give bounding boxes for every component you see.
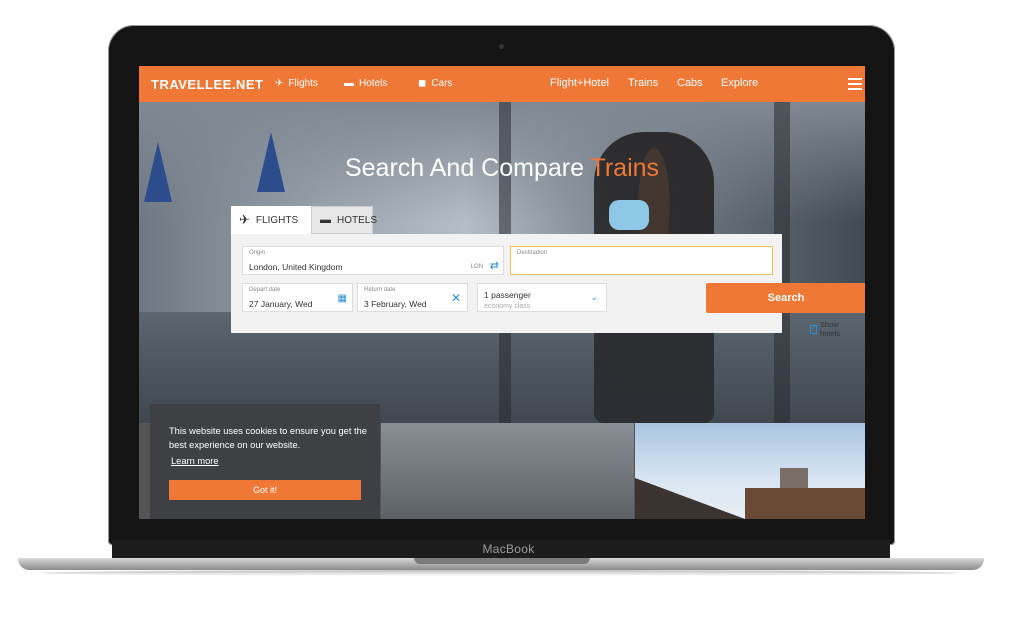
depart-date-value: 27 January, Wed bbox=[249, 299, 313, 309]
destination-card-image[interactable] bbox=[381, 423, 634, 519]
got-it-button[interactable]: Got it! bbox=[169, 480, 361, 500]
roof-image bbox=[635, 478, 745, 519]
nav-item-hotels[interactable]: ▬ Hotels bbox=[344, 78, 387, 89]
camera-icon bbox=[499, 44, 504, 49]
origin-field[interactable]: Origin London, United Kingdom LON ⇄ bbox=[242, 246, 504, 275]
cookie-banner: This website uses cookies to ensure you … bbox=[150, 404, 380, 519]
depart-date-field[interactable]: Depart date 27 January, Wed ▦ bbox=[242, 283, 353, 312]
clear-icon[interactable]: ✕ bbox=[451, 291, 461, 305]
nav-item-label: Cars bbox=[431, 78, 453, 89]
top-nav: TRAVELLEE.NET ✈ Flights ▬ Hotels ◼ Cars … bbox=[139, 66, 865, 102]
face-mask-image bbox=[609, 200, 649, 230]
laptop-shadow bbox=[40, 570, 960, 576]
nav-item-flights[interactable]: ✈ Flights bbox=[275, 78, 318, 89]
nav-item-trains[interactable]: Trains bbox=[628, 77, 658, 89]
nav-item-cabs[interactable]: Cabs bbox=[677, 77, 703, 89]
cabin-image bbox=[745, 488, 865, 519]
hotel-card-image[interactable] bbox=[635, 423, 865, 519]
bed-icon: ▬ bbox=[320, 214, 331, 226]
laptop-notch bbox=[414, 558, 590, 564]
return-date-label: Return date bbox=[364, 287, 396, 293]
tab-label: HOTELS bbox=[337, 214, 378, 226]
learn-more-link[interactable]: Learn more bbox=[171, 456, 219, 466]
origin-code: LON bbox=[470, 264, 483, 270]
search-panel: Origin London, United Kingdom LON ⇄ Dest… bbox=[231, 234, 865, 338]
hero-title-prefix: Search And Compare bbox=[344, 154, 584, 182]
return-date-value: 3 February, Wed bbox=[364, 299, 427, 309]
plane-icon: ✈ bbox=[239, 212, 250, 227]
passengers-select[interactable]: 1 passenger economy class ⌄ bbox=[477, 283, 607, 312]
destination-label: Destination bbox=[517, 250, 548, 256]
nav-item-label: Hotels bbox=[359, 78, 388, 89]
nav-item-explore[interactable]: Explore bbox=[721, 77, 758, 89]
destination-field[interactable]: Destination bbox=[510, 246, 773, 275]
return-date-field[interactable]: Return date 3 February, Wed ✕ bbox=[357, 283, 468, 312]
site-logo[interactable]: TRAVELLEE.NET bbox=[151, 77, 263, 92]
laptop-screen: TRAVELLEE.NET ✈ Flights ▬ Hotels ◼ Cars … bbox=[139, 66, 865, 519]
chevron-down-icon: ⌄ bbox=[590, 292, 598, 302]
tab-flights[interactable]: ✈ FLIGHTS bbox=[231, 206, 311, 234]
swap-icon[interactable]: ⇄ bbox=[490, 259, 499, 272]
nav-item-flight-hotel[interactable]: Flight+Hotel bbox=[550, 77, 609, 89]
tab-hotels[interactable]: ▬ HOTELS bbox=[311, 206, 377, 234]
hero-title-highlight: Trains bbox=[590, 154, 660, 182]
car-icon: ◼ bbox=[418, 78, 427, 89]
tab-label: FLIGHTS bbox=[255, 214, 299, 226]
hamburger-menu-icon[interactable] bbox=[848, 78, 862, 93]
passengers-value: 1 passenger bbox=[484, 290, 531, 300]
depart-date-label: Depart date bbox=[249, 287, 281, 293]
search-tabs: ✈ FLIGHTS ▬ HOTELS bbox=[231, 206, 377, 234]
hero-title: Search And Compare Trains bbox=[139, 154, 865, 183]
plane-icon: ✈ bbox=[275, 78, 284, 89]
origin-value: London, United Kingdom bbox=[249, 262, 343, 272]
cookie-message: This website uses cookies to ensure you … bbox=[169, 426, 367, 450]
device-label: MacBook bbox=[482, 542, 535, 556]
passenger-class: economy class bbox=[484, 303, 531, 310]
checkbox-icon[interactable]: ✓ bbox=[810, 324, 818, 334]
nav-item-label: Flights bbox=[288, 78, 318, 89]
nav-item-cars[interactable]: ◼ Cars bbox=[418, 78, 452, 89]
calendar-icon[interactable]: ▦ bbox=[338, 293, 347, 304]
search-button[interactable]: Search bbox=[706, 283, 865, 313]
origin-label: Origin bbox=[249, 250, 266, 256]
show-hotels-checkbox[interactable]: ✓ Show hotels bbox=[810, 320, 842, 338]
bed-icon: ▬ bbox=[344, 78, 354, 89]
show-hotels-label: Show hotels bbox=[820, 320, 841, 338]
